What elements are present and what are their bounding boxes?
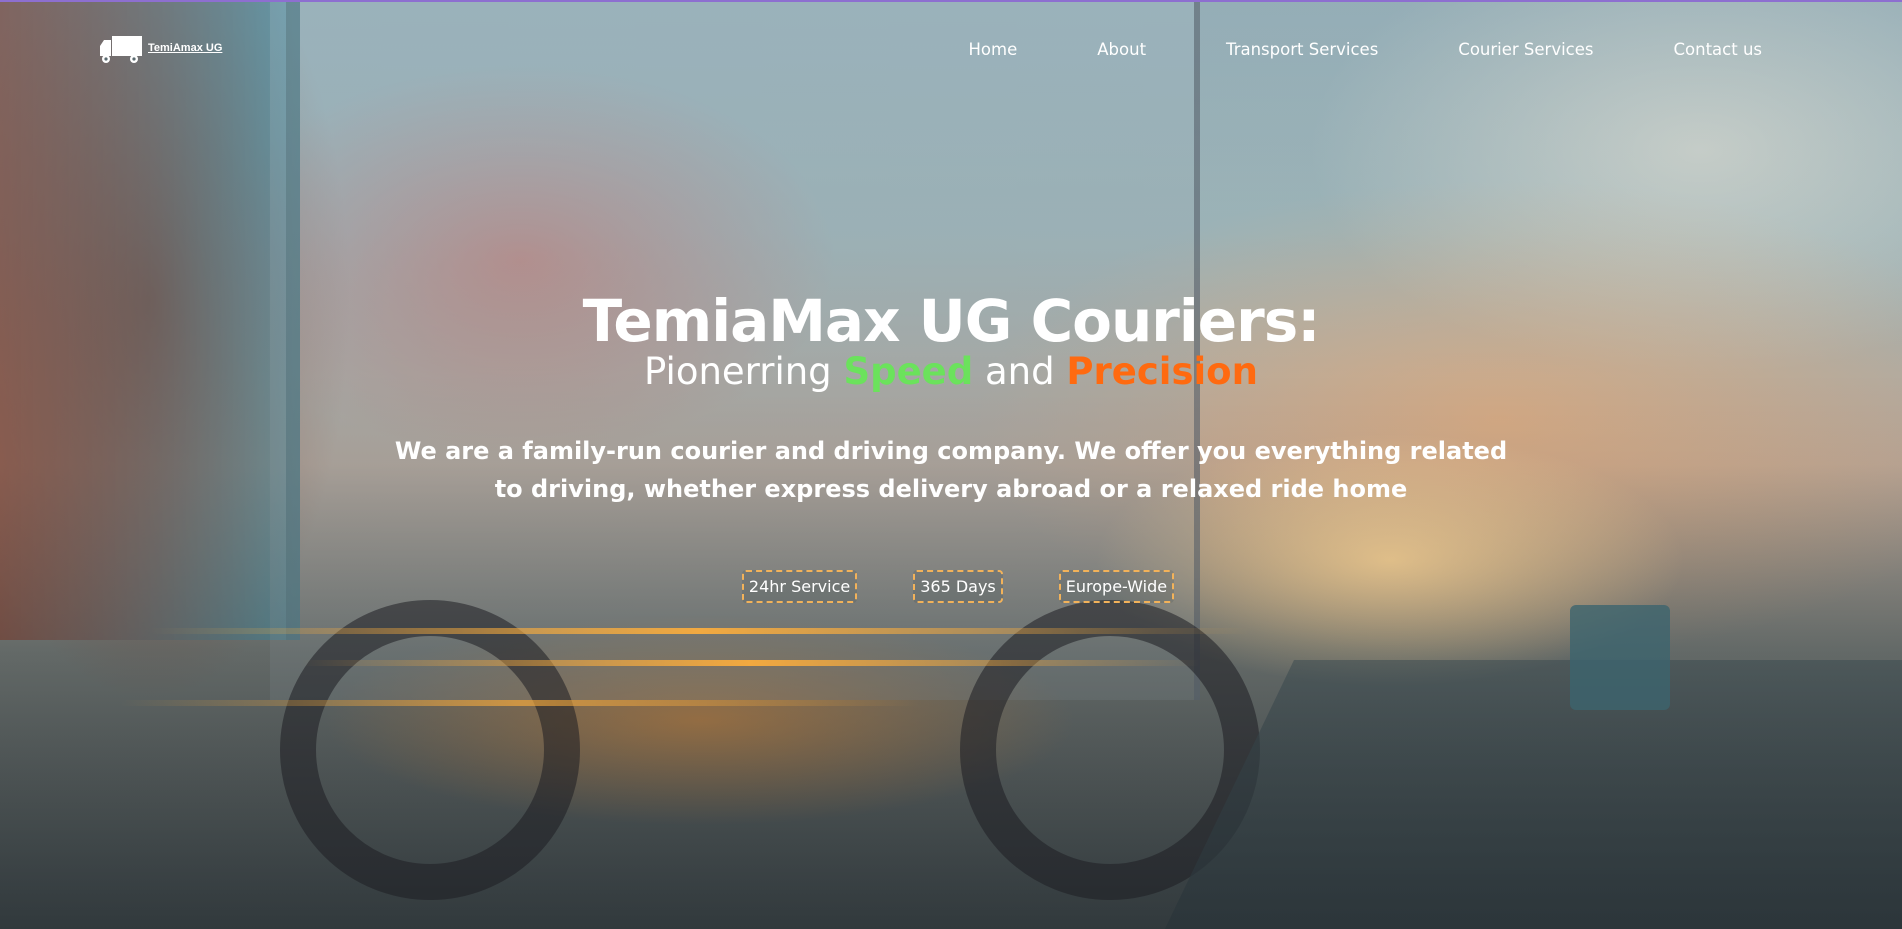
nav-item-courier-services[interactable]: Courier Services: [1458, 40, 1593, 59]
brand-name: TemiAmax UG: [148, 42, 223, 54]
subtitle-and: and: [973, 349, 1067, 393]
logo-link[interactable]: TemiAmax UG: [98, 34, 222, 66]
truck-icon: [100, 36, 142, 63]
logo-text: TemiAmax UG: [148, 34, 222, 54]
main-nav: Home About Transport Services Courier Se…: [889, 40, 1762, 59]
hero-subtitle: Pionerring Speed and Precision: [0, 349, 1902, 393]
subtitle-precision: Precision: [1066, 349, 1258, 393]
hero-title: TemiaMax UG Couriers:: [582, 287, 1321, 355]
badge-europe-wide: Europe-Wide: [1058, 570, 1175, 604]
nav-item-home[interactable]: Home: [969, 40, 1018, 59]
nav-item-contact-us[interactable]: Contact us: [1674, 40, 1763, 59]
van-image-part: [1570, 605, 1670, 710]
nav-item-transport-services[interactable]: Transport Services: [1226, 40, 1378, 59]
site-header: TemiAmax UG Home About Transport Service…: [0, 0, 1902, 100]
hero-description: We are a family-run courier and driving …: [394, 437, 1508, 504]
light-streak: [300, 660, 1200, 666]
light-streak: [150, 628, 1250, 634]
hero-section: TemiaMax UG Couriers: Pionerring Speed a…: [0, 287, 1902, 604]
light-streak: [120, 700, 920, 706]
badge-365-days: 365 Days: [913, 570, 1003, 604]
subtitle-prefix: Pionerring: [644, 349, 844, 393]
feature-badges: 24hr Service 365 Days Europe-Wide: [14, 570, 1902, 604]
wheel-image-part: [280, 600, 580, 900]
badge-24hr-service: 24hr Service: [741, 570, 858, 604]
nav-item-about[interactable]: About: [1097, 40, 1146, 59]
subtitle-speed: Speed: [843, 349, 974, 393]
